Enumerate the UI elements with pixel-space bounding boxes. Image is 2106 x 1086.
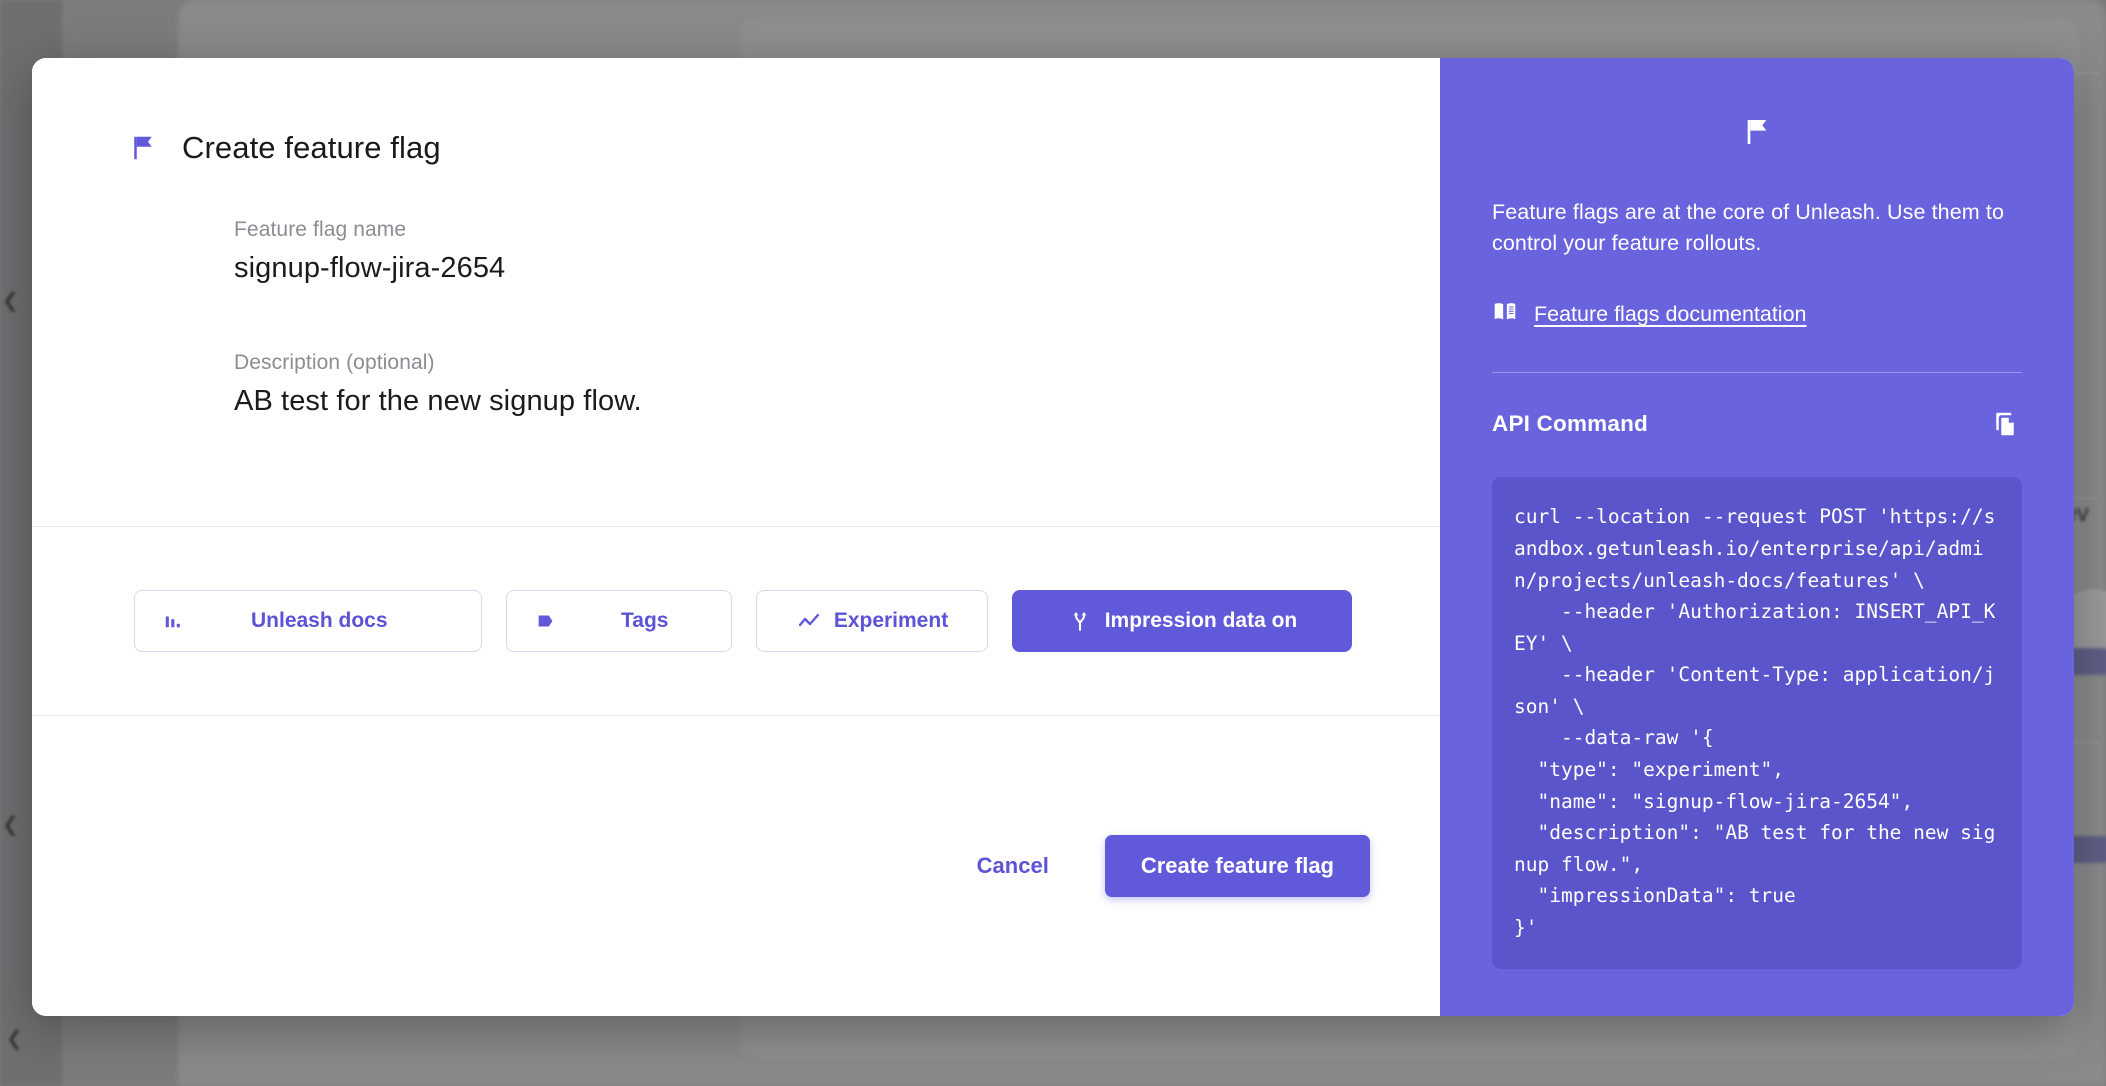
flag-icon xyxy=(1741,116,1773,153)
experiment-label: Experiment xyxy=(833,609,949,632)
bar-chart-icon xyxy=(161,608,187,634)
tags-button[interactable]: Tags xyxy=(506,590,732,652)
call-split-icon xyxy=(1067,608,1093,634)
api-command-title: API Command xyxy=(1492,411,1648,437)
description-value[interactable]: AB test for the new signup flow. xyxy=(234,385,1440,418)
background-chevron-icon: ❮ xyxy=(2,290,19,312)
book-icon xyxy=(1492,299,1518,330)
impression-data-button[interactable]: Impression data on xyxy=(1012,590,1352,652)
field-label: Feature flag name xyxy=(234,218,407,241)
background-collapse-icon: ❮ xyxy=(6,1028,23,1050)
dialog-body: Create feature flag Feature flag name si… xyxy=(32,58,1440,526)
unleash-docs-button[interactable]: Unleash docs xyxy=(134,590,482,652)
info-panel-intro: Feature flags are at the core of Unleash… xyxy=(1492,200,2005,256)
cancel-button[interactable]: Cancel xyxy=(955,839,1071,893)
field-description: Description (optional) AB test for the n… xyxy=(32,351,1440,418)
copy-icon xyxy=(1990,413,2020,442)
documentation-link-row[interactable]: Feature flags documentation xyxy=(1492,299,2022,330)
impression-data-label: Impression data on xyxy=(1104,609,1298,632)
tag-icon xyxy=(533,608,559,634)
trending-up-icon xyxy=(796,608,822,634)
create-feature-flag-button[interactable]: Create feature flag xyxy=(1104,835,1370,897)
experiment-type-button[interactable]: Experiment xyxy=(756,590,988,652)
dialog-info-panel: Feature flags are at the core of Unleash… xyxy=(1440,58,2074,1016)
api-command-header: API Command xyxy=(1492,407,2022,441)
option-chip-row: Unleash docs Tags Experiment Impression … xyxy=(32,527,1440,715)
feature-flag-name-value[interactable]: signup-flow-jira-2654 xyxy=(234,252,1440,285)
background-chevron-icon: ❮ xyxy=(2,814,19,836)
page-title: Create feature flag xyxy=(182,130,441,165)
feature-flags-documentation-link[interactable]: Feature flags documentation xyxy=(1534,302,1807,327)
flag-icon xyxy=(128,133,158,163)
dialog-form-column: Create feature flag Feature flag name si… xyxy=(32,58,1440,1016)
field-label: Description (optional) xyxy=(234,351,435,374)
copy-button[interactable] xyxy=(1988,407,2022,441)
dialog-header: Create feature flag xyxy=(32,130,1440,166)
unleash-docs-label: Unleash docs xyxy=(251,609,388,632)
dialog-footer: Cancel Create feature flag xyxy=(32,716,1440,1016)
panel-divider xyxy=(1492,372,2022,374)
field-feature-flag-name: Feature flag name signup-flow-jira-2654 xyxy=(32,218,1440,285)
tags-label: Tags xyxy=(621,609,669,632)
api-command-code[interactable]: curl --location --request POST 'https://… xyxy=(1492,477,2022,970)
create-feature-flag-dialog: Create feature flag Feature flag name si… xyxy=(32,58,2074,1016)
